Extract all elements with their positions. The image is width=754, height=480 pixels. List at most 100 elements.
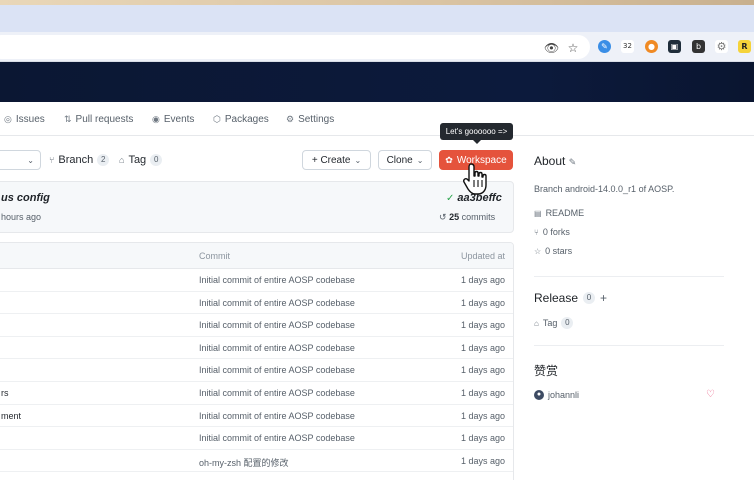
table-row[interactable]: Initial commit of entire AOSP codebase 1 … bbox=[0, 427, 513, 450]
extension-blue-icon[interactable]: ✎ bbox=[598, 40, 611, 53]
release-count: 0 bbox=[583, 292, 596, 304]
file-table: Commit Updated at Initial commit of enti… bbox=[0, 242, 514, 480]
branch-select[interactable]: ⌄ bbox=[0, 150, 41, 170]
readme-label: README bbox=[545, 208, 585, 218]
extension-counter-icon[interactable]: 32 bbox=[621, 40, 634, 53]
create-button[interactable]: + Create ⌄ bbox=[302, 150, 371, 170]
file-updated: 1 days ago bbox=[460, 342, 505, 353]
tag-count: 0 bbox=[150, 154, 163, 166]
file-commit-message[interactable]: Initial commit of entire AOSP codebase bbox=[199, 320, 355, 330]
table-row[interactable]: Initial commit of entire AOSP codebase 1 … bbox=[0, 359, 513, 382]
stars-link[interactable]: ☆ 0 stars bbox=[534, 246, 572, 256]
create-button-label: + Create bbox=[311, 154, 351, 166]
file-updated: 1 days ago bbox=[460, 320, 505, 331]
file-commit-message[interactable]: Initial commit of entire AOSP codebase bbox=[199, 433, 355, 443]
tag-link[interactable]: ⌂ Tag 0 bbox=[119, 154, 163, 166]
release-title[interactable]: Release bbox=[534, 291, 578, 305]
table-row[interactable]: Initial commit of entire AOSP codebase 1 … bbox=[0, 337, 513, 360]
about-description: Branch android-14.0.0_r1 of AOSP. bbox=[534, 184, 675, 194]
forks-link[interactable]: ⑂ 0 forks bbox=[534, 227, 570, 237]
column-commit: Commit bbox=[199, 251, 230, 261]
package-icon: ⬡ bbox=[213, 114, 221, 124]
extension-dark-icon[interactable]: ▣ bbox=[668, 40, 681, 53]
check-icon: ✓ bbox=[446, 193, 455, 204]
extension-orange-icon[interactable]: ● bbox=[645, 40, 658, 53]
forks-label: 0 forks bbox=[542, 227, 570, 237]
extension-yellow-icon[interactable]: R bbox=[738, 40, 751, 53]
tag-label: Tag bbox=[128, 154, 147, 166]
about-title: About bbox=[534, 154, 566, 168]
file-updated: 1 days ago bbox=[460, 387, 505, 398]
release-heading: Release 0 + bbox=[534, 291, 607, 305]
heart-icon[interactable]: ♡ bbox=[706, 389, 715, 400]
file-commit-message[interactable]: Initial commit of entire AOSP codebase bbox=[199, 343, 355, 353]
tab-events-label: Events bbox=[163, 114, 195, 125]
chevron-down-icon: ⌄ bbox=[27, 155, 34, 165]
book-icon: ▤ bbox=[534, 208, 542, 218]
extension-gear-icon[interactable]: ⚙ bbox=[715, 40, 728, 53]
commit-count-link[interactable]: ↺ 25 commits bbox=[439, 212, 495, 223]
branch-link[interactable]: ⑂ Branch 2 bbox=[49, 154, 110, 166]
file-commit-message[interactable]: Initial commit of entire AOSP codebase bbox=[199, 411, 355, 421]
file-updated: 1 days ago bbox=[460, 455, 505, 466]
tab-pull-requests[interactable]: ⇅ Pull requests bbox=[64, 114, 133, 125]
plus-icon[interactable]: + bbox=[600, 291, 607, 305]
events-icon: ◉ bbox=[152, 114, 160, 124]
column-updated: Updated at bbox=[460, 251, 505, 261]
release-tag-label: Tag bbox=[542, 318, 558, 328]
tab-settings[interactable]: ⚙ Settings bbox=[286, 114, 334, 125]
tab-issues-label: Issues bbox=[15, 114, 45, 125]
sponsor-user-link[interactable]: ● johannli bbox=[534, 390, 579, 400]
browser-tab-strip bbox=[0, 0, 754, 32]
file-commit-message[interactable]: Initial commit of entire AOSP codebase bbox=[199, 298, 355, 308]
table-row[interactable]: oh-my-zsh 配置的修改 1 days ago bbox=[0, 450, 513, 473]
tab-issues[interactable]: ◎ Issues bbox=[4, 114, 45, 125]
fork-icon: ⑂ bbox=[534, 227, 539, 237]
branch-count: 2 bbox=[97, 154, 110, 166]
file-commit-message[interactable]: oh-my-zsh 配置的修改 bbox=[199, 456, 289, 469]
issue-icon: ◎ bbox=[4, 114, 12, 124]
history-icon: ↺ bbox=[439, 212, 447, 222]
browser-toolbar: 👁 ☆ ✎ 32 ● ▣ b ⚙ R bbox=[0, 32, 754, 62]
branch-label: Branch bbox=[58, 154, 94, 166]
commit-count: 25 bbox=[449, 212, 460, 222]
tab-settings-label: Settings bbox=[298, 114, 335, 125]
file-commit-message[interactable]: Initial commit of entire AOSP codebase bbox=[199, 365, 355, 375]
about-heading: About ✎ bbox=[534, 154, 576, 168]
star-icon[interactable]: ☆ bbox=[566, 41, 580, 55]
file-updated: 1 days ago bbox=[460, 297, 505, 308]
workspace-tooltip-text: Let's goooooo => bbox=[445, 127, 508, 136]
release-tag-link[interactable]: ⌂ Tag 0 bbox=[534, 317, 574, 329]
latest-commit-box: us config hours ago ✓ aa3beffc ↺ 25 commi… bbox=[0, 181, 514, 233]
tag-icon: ⌂ bbox=[534, 318, 539, 328]
divider bbox=[534, 345, 724, 346]
stars-label: 0 stars bbox=[545, 246, 573, 256]
eye-icon[interactable]: 👁 bbox=[544, 41, 559, 55]
table-row[interactable]: Initial commit of entire AOSP codebase 1 … bbox=[0, 314, 513, 337]
commit-time: hours ago bbox=[1, 212, 42, 222]
pull-request-icon: ⇅ bbox=[64, 114, 72, 124]
workspace-tooltip: Let's goooooo => bbox=[440, 123, 513, 144]
address-bar[interactable]: 👁 ☆ bbox=[0, 35, 590, 59]
commit-message[interactable]: us config bbox=[1, 192, 50, 204]
tab-events[interactable]: ◉ Events bbox=[152, 114, 194, 125]
edit-icon[interactable]: ✎ bbox=[569, 157, 577, 167]
clone-button[interactable]: Clone ⌄ bbox=[378, 150, 432, 170]
table-row[interactable]: rs Initial commit of entire AOSP codebase… bbox=[0, 382, 513, 405]
tab-packages[interactable]: ⬡ Packages bbox=[213, 114, 269, 125]
avatar: ● bbox=[534, 390, 544, 400]
branch-icon: ⑂ bbox=[49, 155, 55, 165]
table-row[interactable]: Initial commit of entire AOSP codebase 1 … bbox=[0, 292, 513, 315]
file-commit-message[interactable]: Initial commit of entire AOSP codebase bbox=[199, 388, 355, 398]
extension-book-icon[interactable]: b bbox=[692, 40, 705, 53]
readme-link[interactable]: ▤ README bbox=[534, 208, 584, 218]
site-header-banner bbox=[0, 62, 754, 102]
table-row[interactable]: Initial commit of entire AOSP codebase 1 … bbox=[0, 269, 513, 292]
file-name[interactable]: ment bbox=[1, 411, 21, 421]
file-name[interactable]: rs bbox=[1, 388, 9, 398]
star-icon: ☆ bbox=[534, 246, 542, 256]
page: 👁 ☆ ✎ 32 ● ▣ b ⚙ R ◎ Issues ⇅ Pull reque… bbox=[0, 0, 754, 480]
chevron-down-icon: ⌄ bbox=[354, 155, 362, 165]
file-commit-message[interactable]: Initial commit of entire AOSP codebase bbox=[199, 275, 355, 285]
table-row[interactable]: ment Initial commit of entire AOSP codeba… bbox=[0, 405, 513, 428]
